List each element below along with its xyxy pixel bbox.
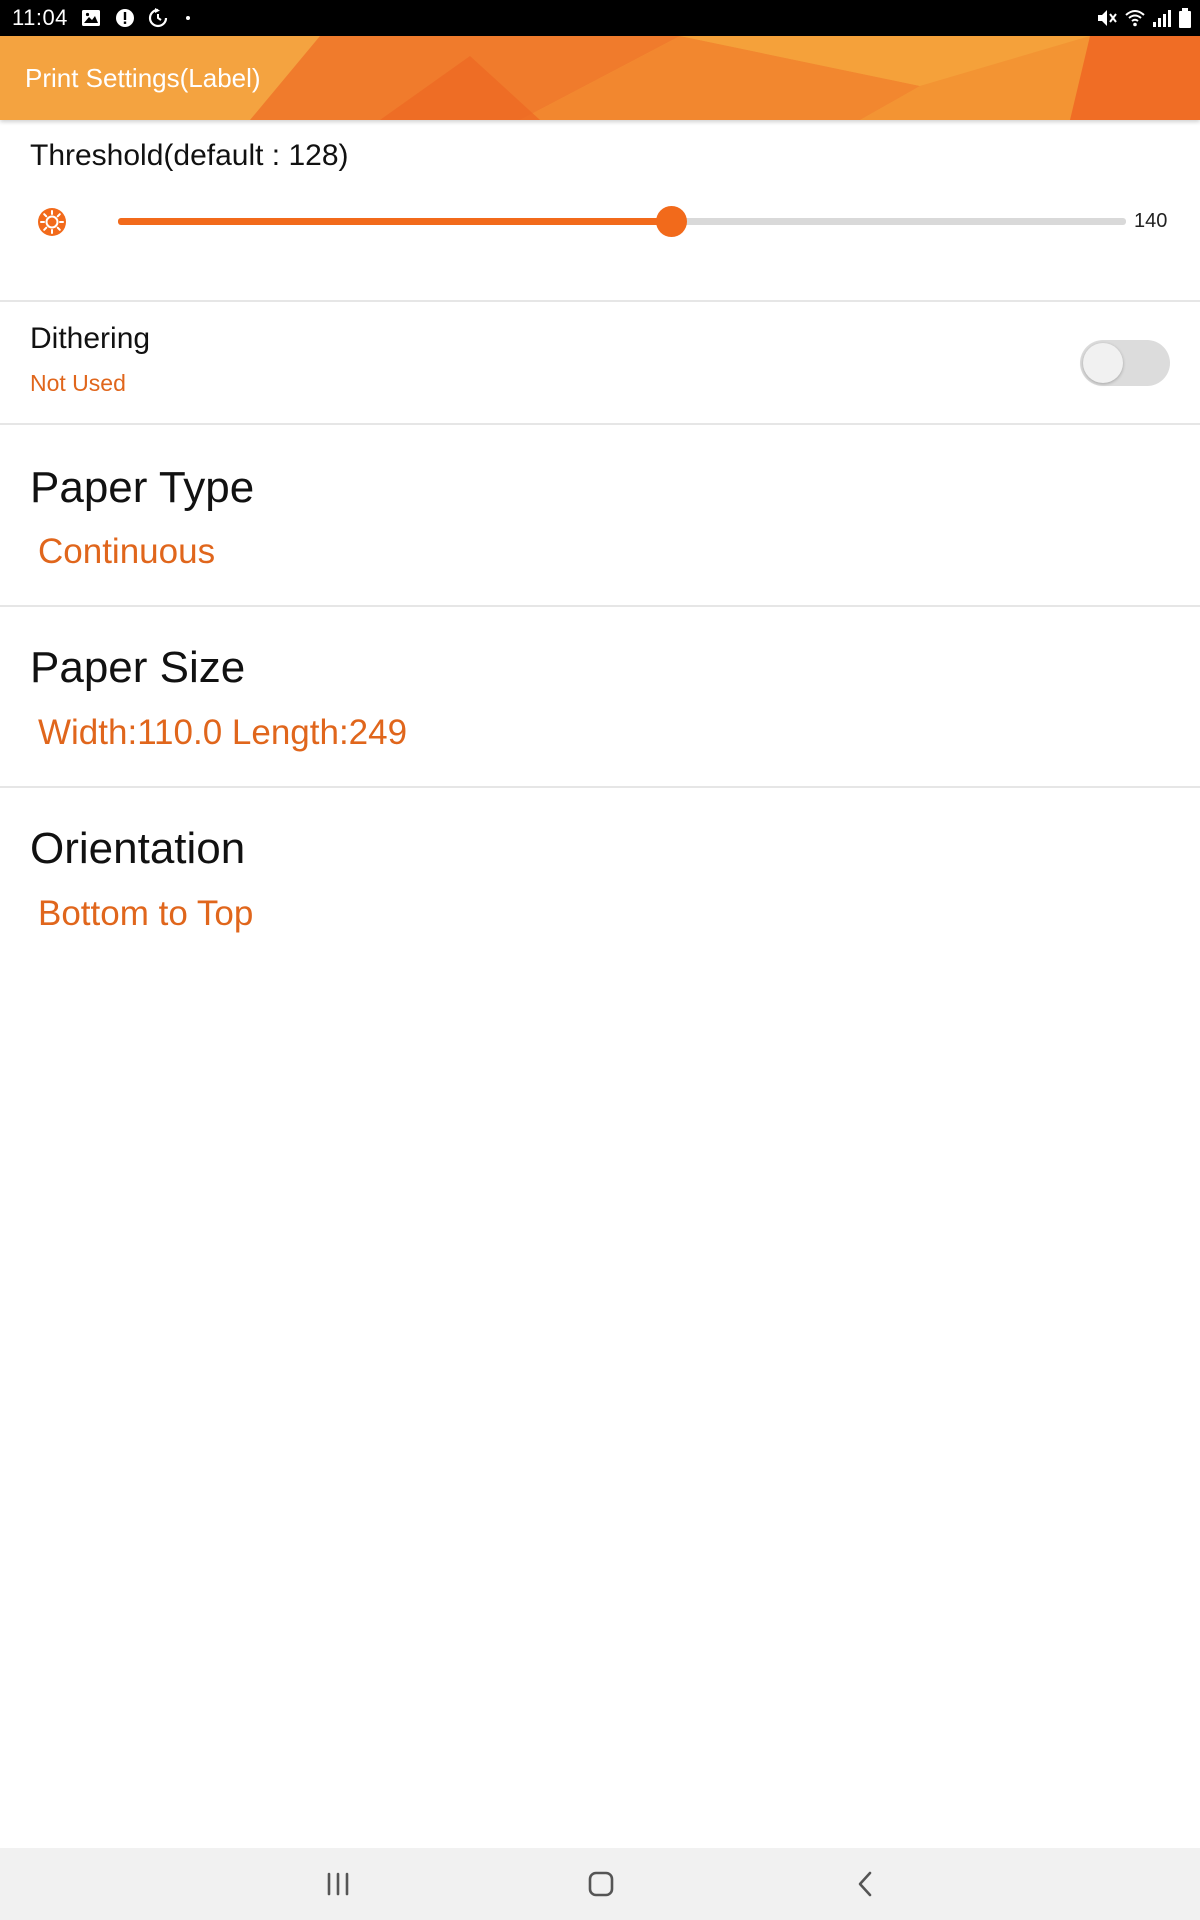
app-bar: Print Settings(Label) (0, 36, 1200, 120)
dithering-title: Dithering (30, 322, 151, 355)
paper-type-value: Continuous (38, 532, 216, 571)
navigation-bar (0, 1848, 1200, 1920)
paper-size-value: Width:110.0 Length:249 (38, 713, 408, 752)
paper-type-title: Paper Type (30, 463, 255, 512)
threshold-slider[interactable] (118, 206, 1126, 237)
divider (0, 786, 1200, 788)
divider (0, 423, 1200, 425)
threshold-label: Threshold(default : 128) (30, 139, 349, 172)
divider (0, 300, 1200, 302)
mute-icon (1098, 10, 1117, 26)
status-time: 11:04 (12, 5, 68, 30)
signal-icon (1153, 10, 1171, 27)
status-bar: 11:04 (0, 0, 1200, 36)
divider (0, 605, 1200, 607)
orientation-value: Bottom to Top (38, 894, 254, 933)
threshold-value: 140 (1134, 210, 1168, 232)
brightness-icon (38, 208, 66, 236)
gallery-icon (82, 10, 100, 26)
orientation-title: Orientation (30, 824, 246, 873)
recent-apps-icon[interactable] (318, 1864, 358, 1904)
back-icon[interactable] (846, 1864, 886, 1904)
wifi-icon (1125, 10, 1145, 27)
alert-icon (116, 9, 134, 27)
home-icon[interactable] (581, 1864, 621, 1904)
paper-size-title: Paper Size (30, 643, 246, 692)
dithering-status: Not Used (30, 370, 126, 396)
notification-dot (186, 16, 190, 20)
sync-icon (148, 8, 168, 28)
battery-icon (1179, 8, 1191, 28)
toggle-knob (1083, 343, 1123, 383)
slider-thumb[interactable] (656, 206, 687, 237)
slider-fill (118, 218, 671, 225)
page-title: Print Settings(Label) (25, 63, 261, 93)
dithering-toggle[interactable] (1080, 340, 1170, 386)
